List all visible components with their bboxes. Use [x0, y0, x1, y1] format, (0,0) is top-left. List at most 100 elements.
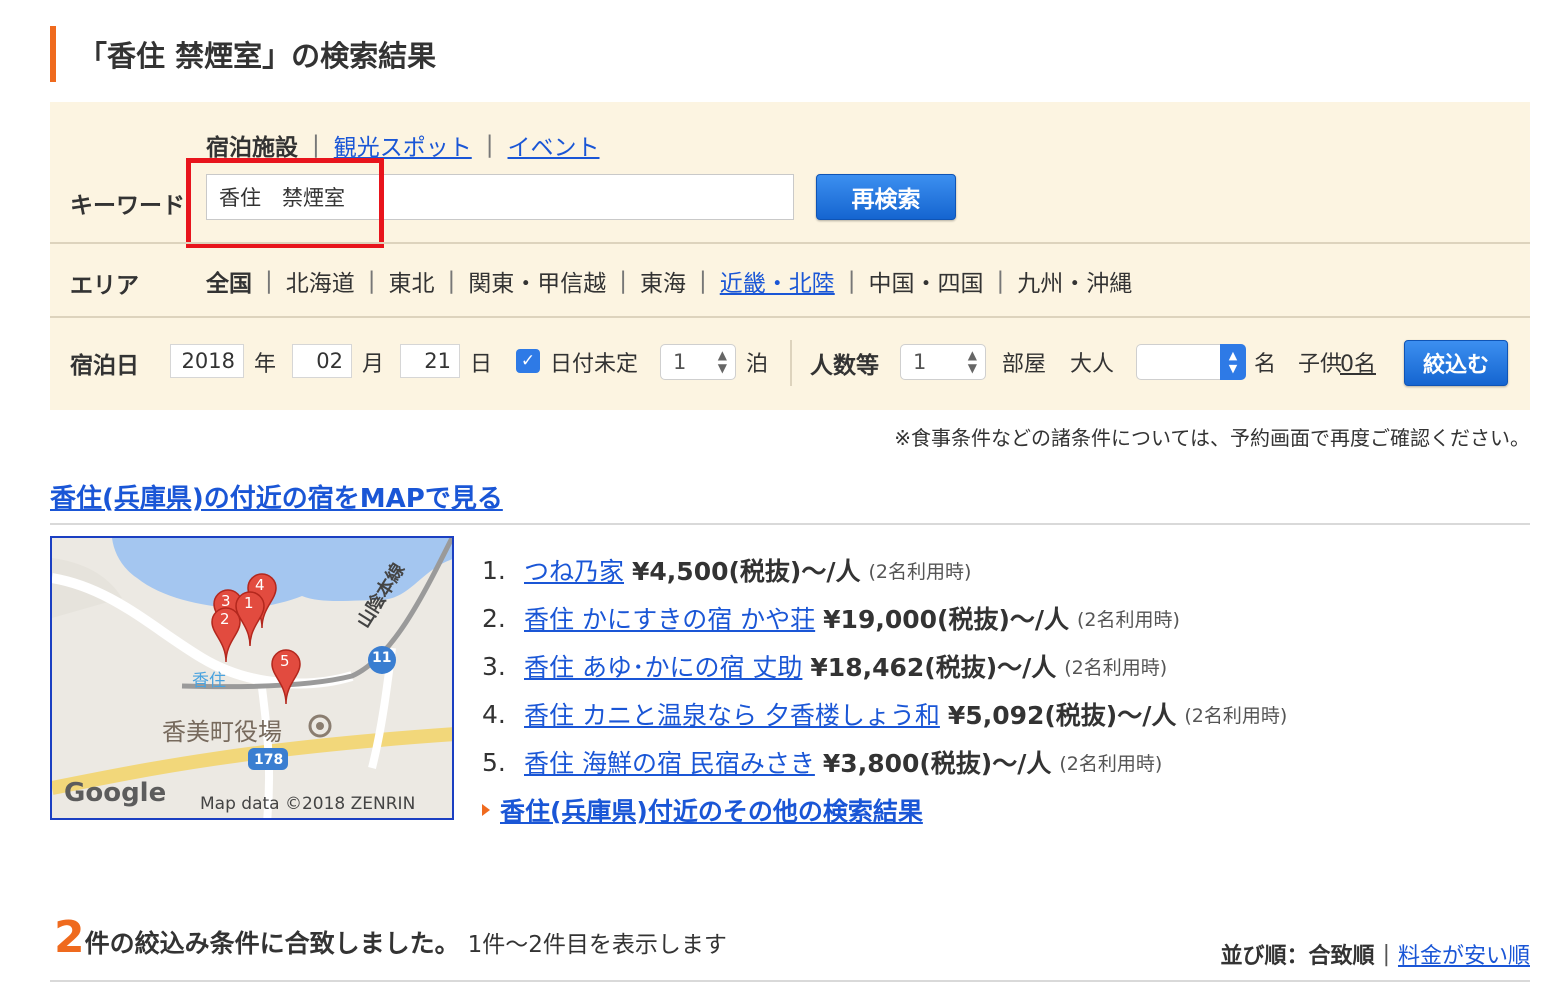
hotel-name-link[interactable]: つね乃家 — [524, 552, 624, 588]
day-input[interactable]: 21 — [400, 344, 460, 378]
area-separator: | — [265, 268, 273, 294]
tab-sightseeing[interactable]: 観光スポット — [334, 128, 472, 162]
tab-separator: | — [312, 132, 320, 158]
result-count: 2 — [54, 912, 85, 963]
date-undecided-label: 日付未定 — [550, 352, 639, 377]
year-input[interactable]: 2018 — [170, 344, 244, 378]
search-panel: 宿泊施設 | 観光スポット | イベント キーワード 香住 禁煙室 再検索 エリ… — [50, 102, 1530, 410]
category-tabs: 宿泊施設 | 観光スポット | イベント — [206, 128, 600, 162]
area-item-kinki[interactable]: 近畿・北陸 — [720, 264, 835, 298]
nights-value: 1 — [673, 350, 687, 374]
hotel-number: 4. — [482, 699, 506, 729]
keyword-input[interactable]: 香住 禁煙室 — [206, 174, 794, 220]
research-button[interactable]: 再検索 — [816, 174, 956, 220]
month-input[interactable]: 02 — [292, 344, 352, 378]
keyword-input-value: 香住 禁煙室 — [219, 186, 345, 210]
map-marker-3[interactable]: 3 — [221, 592, 231, 610]
map-townhall-label: 香美町役場 — [162, 718, 282, 746]
nights-stepper[interactable]: 1 ▲ ▼ — [660, 344, 736, 380]
hotel-item: 1. つね乃家 ¥4,500(税抜)～/人 (2名利用時) — [482, 546, 1287, 594]
rooms-value: 1 — [913, 350, 927, 374]
hotel-item: 4. 香住 カニと温泉なら 夕香楼しょう和 ¥5,092(税抜)～/人 (2名利… — [482, 690, 1287, 738]
filter-button[interactable]: 絞込む — [1404, 340, 1508, 386]
area-label: エリア — [70, 273, 139, 299]
keyword-label: キーワード — [70, 193, 185, 219]
tab-lodging[interactable]: 宿泊施設 — [206, 128, 298, 162]
panel-divider — [50, 316, 1530, 318]
children-label: 子供 — [1298, 352, 1343, 377]
section-divider — [50, 980, 1530, 982]
map-marker-4[interactable]: 4 — [255, 576, 265, 594]
map-marker-1[interactable]: 1 — [244, 594, 254, 612]
map-marker-5[interactable]: 5 — [280, 652, 290, 670]
more-results-link[interactable]: 香住(兵庫県)付近のその他の検索結果 — [500, 792, 923, 828]
area-item-kanto[interactable]: 関東・甲信越 — [468, 264, 606, 298]
date-undecided-checkbox[interactable]: ✓ — [516, 349, 540, 373]
hotel-price-note: (2名利用時) — [868, 560, 972, 583]
hotel-name-link[interactable]: 香住 海鮮の宿 民宿みさき — [524, 744, 815, 780]
conditions-note: ※食事条件などの諸条件については、予約画面で再度ご確認ください。 — [894, 426, 1530, 450]
sort-current: 合致順 — [1308, 944, 1375, 969]
hotel-number: 5. — [482, 747, 506, 777]
hotel-price: ¥4,500(税抜)～/人 — [632, 557, 861, 586]
page-title-text: 「香住 禁煙室」の検索結果 — [78, 39, 437, 73]
tab-events[interactable]: イベント — [508, 128, 600, 162]
hotel-price: ¥5,092(税抜)～/人 — [947, 701, 1177, 730]
map-route-11: 11 — [372, 650, 392, 666]
year-unit: 年 — [254, 352, 277, 377]
area-item-hokkaido[interactable]: 北海道 — [286, 264, 355, 298]
triangle-right-icon — [482, 804, 490, 816]
hotel-name-link[interactable]: 香住 かにすきの宿 かや荘 — [524, 600, 815, 636]
select-arrows-icon: ▲ ▼ — [1220, 344, 1246, 380]
hotel-number: 3. — [482, 651, 506, 681]
hotel-list: 1. つね乃家 ¥4,500(税抜)～/人 (2名利用時) 2. 香住 かにすき… — [482, 546, 1287, 786]
hotel-number: 1. — [482, 555, 506, 585]
row-separator — [790, 340, 792, 386]
rooms-unit: 部屋 — [1002, 352, 1047, 377]
map-station-label: 香住 — [192, 671, 226, 691]
panel-divider — [50, 242, 1530, 244]
adults-unit: 名 — [1254, 352, 1277, 377]
hotel-name-link[interactable]: 香住 あゆ･かにの宿 丈助 — [524, 648, 802, 684]
date-guest-row: 宿泊日 2018 年 02 月 21 日 ✓ 日付未定 1 ▲ ▼ 泊 人数等 1… — [50, 340, 1530, 390]
area-separator: | — [699, 268, 707, 294]
month-unit: 月 — [362, 352, 385, 377]
adults-label: 大人 — [1070, 352, 1115, 377]
hotel-price: ¥3,800(税抜)～/人 — [822, 749, 1052, 778]
section-divider — [50, 523, 1530, 525]
area-separator: | — [447, 268, 456, 294]
hotel-price: ¥18,462(税抜)～/人 — [810, 653, 1057, 682]
area-item-all[interactable]: 全国 — [206, 264, 252, 298]
day-unit: 日 — [470, 352, 493, 377]
map-route-178: 178 — [254, 752, 284, 768]
stay-date-label: 宿泊日 — [70, 353, 139, 379]
map-marker-2[interactable]: 2 — [220, 610, 230, 628]
area-item-tohoku[interactable]: 東北 — [389, 264, 435, 298]
hotel-item: 5. 香住 海鮮の宿 民宿みさき ¥3,800(税抜)～/人 (2名利用時) — [482, 738, 1287, 786]
adults-select[interactable]: ▲ ▼ — [1136, 344, 1246, 380]
rooms-stepper[interactable]: 1 ▲ ▼ — [900, 344, 986, 380]
sort-options: 並び順： 合致順 | 料金が安い順 — [1221, 938, 1530, 970]
hotel-price: ¥19,000(税抜)～/人 — [823, 605, 1070, 634]
sort-separator: | — [1382, 941, 1390, 967]
hotel-price-note: (2名利用時) — [1064, 656, 1168, 679]
area-item-kyushu[interactable]: 九州・沖縄 — [1017, 264, 1132, 298]
tab-separator: | — [485, 132, 494, 158]
guests-label: 人数等 — [810, 353, 879, 379]
sort-cheapest-link[interactable]: 料金が安い順 — [1398, 938, 1530, 970]
stepper-arrows-icon: ▲ ▼ — [967, 348, 977, 375]
hotel-name-link[interactable]: 香住 カニと温泉なら 夕香楼しょう和 — [524, 696, 940, 732]
map-attribution: Map data ©2018 ZENRIN — [200, 794, 416, 814]
children-link[interactable]: 0名 — [1340, 346, 1376, 378]
sort-label: 並び順： — [1220, 944, 1309, 969]
hotel-price-note: (2名利用時) — [1184, 704, 1288, 727]
area-item-tokai[interactable]: 東海 — [640, 264, 686, 298]
google-logo: Google — [64, 778, 167, 808]
nights-unit: 泊 — [746, 352, 769, 377]
result-summary: 2 件の絞込み条件に合致しました。 1件～2件目を表示します — [54, 912, 727, 963]
map-thumbnail[interactable]: 4 3 1 2 5 11 178 山陰本線 香住 香美町役場 Google Ma… — [50, 536, 454, 820]
map-view-link[interactable]: 香住(兵庫県)の付近の宿をMAPで見る — [50, 478, 503, 515]
area-item-chugoku[interactable]: 中国・四国 — [869, 264, 984, 298]
more-results: 香住(兵庫県)付近のその他の検索結果 — [482, 792, 923, 828]
page-title: 「香住 禁煙室」の検索結果 — [50, 26, 436, 82]
